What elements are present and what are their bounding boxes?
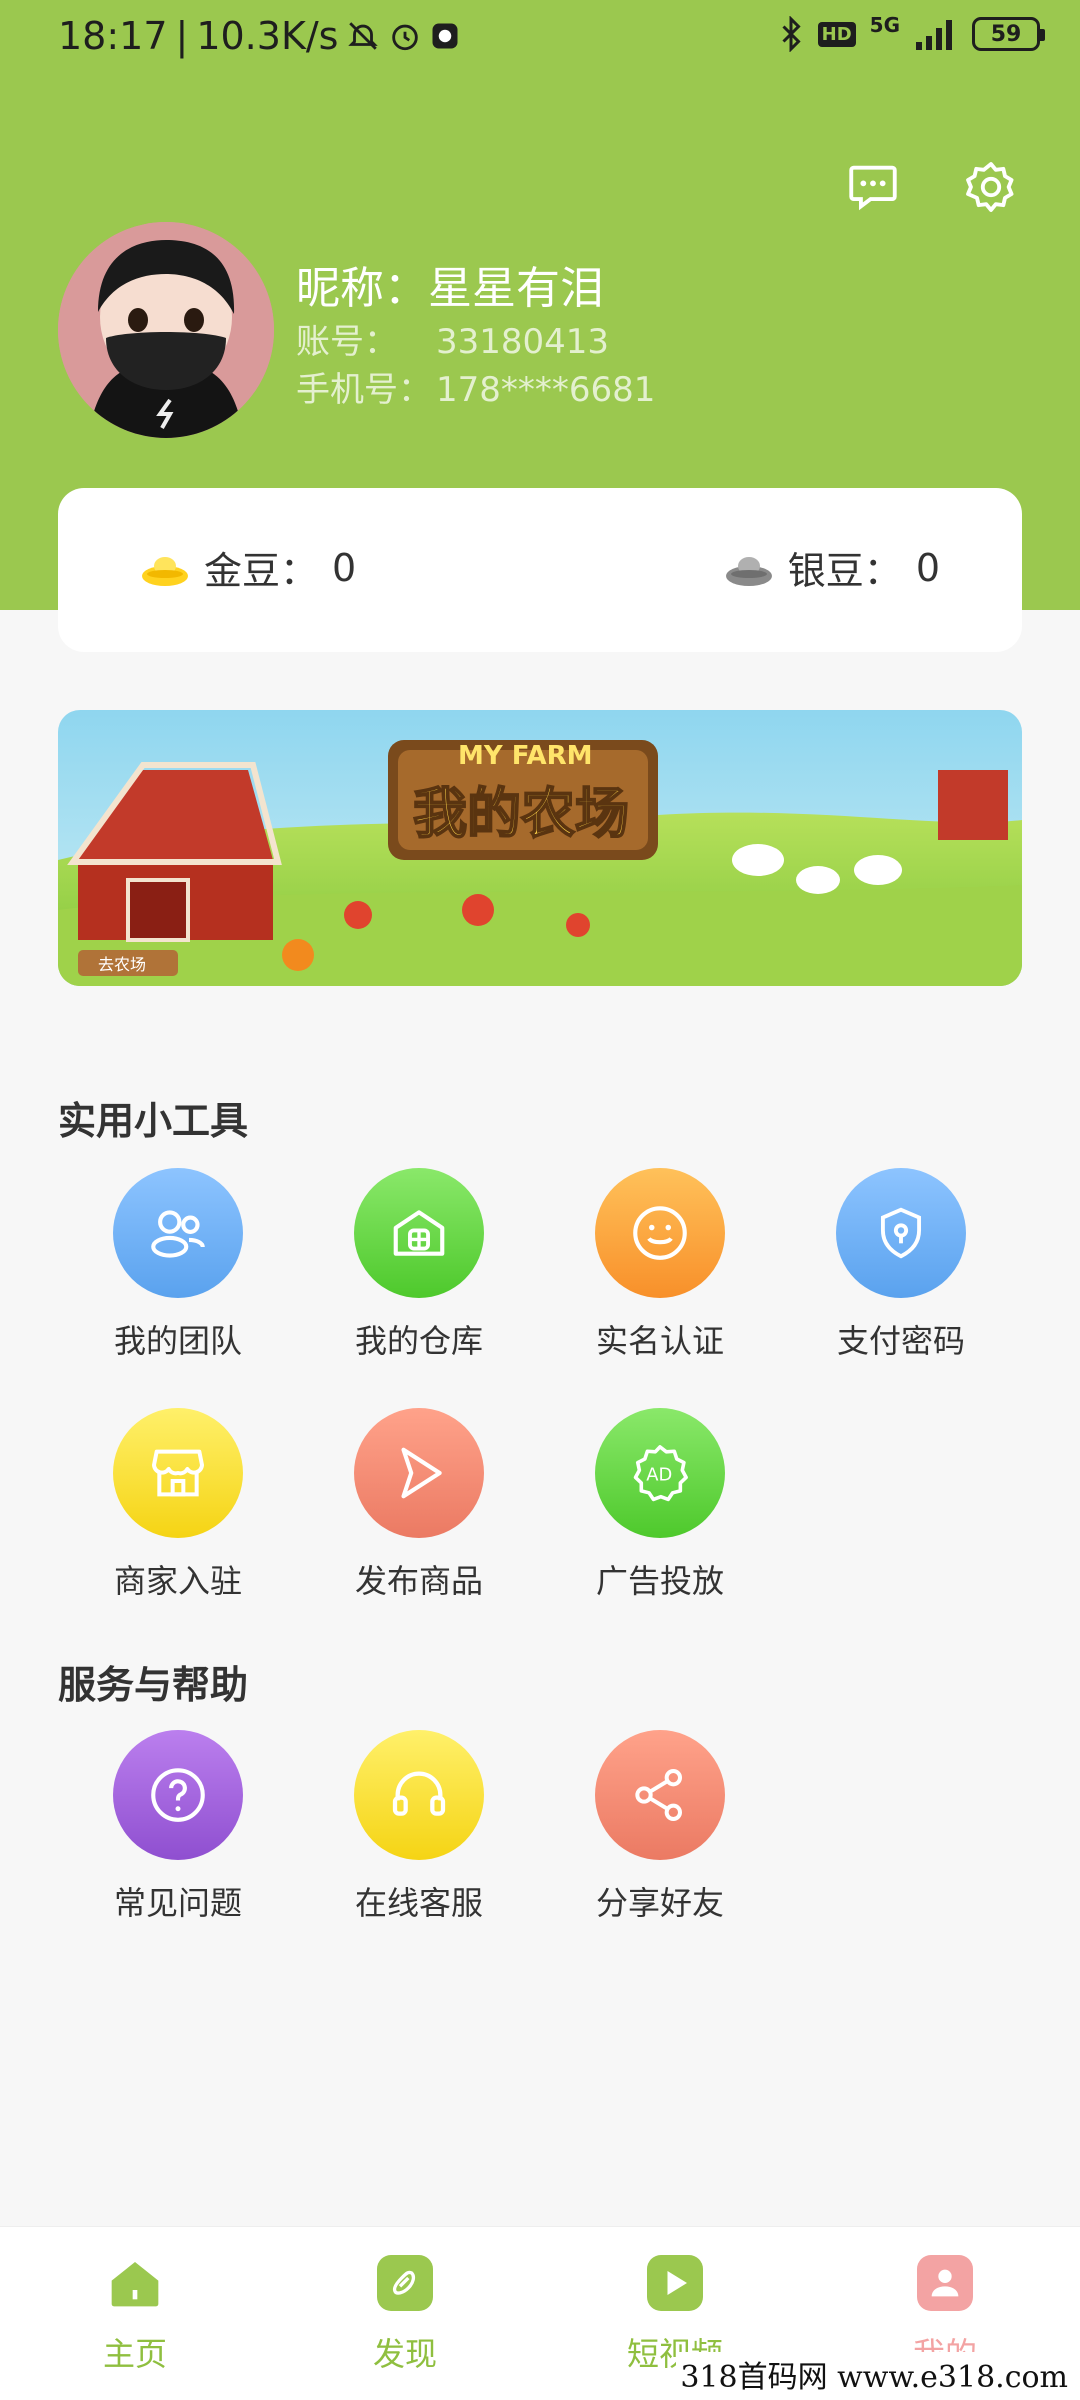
tool-label: 支付密码 (836, 1322, 965, 1360)
team-icon (113, 1168, 243, 1298)
tool-label: 实名认证 (595, 1322, 724, 1360)
status-time: 18:17 (58, 14, 168, 58)
status-speed: 10.3K/s (196, 14, 339, 58)
nickname-label: 昵称： (296, 263, 428, 314)
tool-label: 广告投放 (595, 1562, 724, 1600)
help-label: 在线客服 (354, 1884, 483, 1922)
tool-merchant[interactable]: 商家入驻 (78, 1408, 278, 1602)
nav-label: 主页 (102, 2335, 167, 2373)
message-icon[interactable] (844, 158, 902, 216)
warehouse-icon (354, 1168, 484, 1298)
account-label: 账号： (296, 322, 398, 362)
svg-text:AD: AD (646, 1465, 672, 1486)
discover-icon (377, 2255, 433, 2311)
tool-label: 我的团队 (113, 1322, 242, 1360)
gold-ingot-icon (140, 548, 190, 588)
bluetooth-icon (778, 16, 804, 52)
tool-label: 我的仓库 (354, 1322, 483, 1360)
status-bar: 18:17 | 10.3K/s HD 5G 59 (0, 0, 1080, 80)
settings-gear-icon[interactable] (962, 158, 1020, 216)
phone-row: 手机号： 178****6681 (296, 362, 655, 411)
nav-home[interactable]: 主页 (35, 2255, 235, 2375)
tool-my-warehouse[interactable]: 我的仓库 (319, 1168, 519, 1362)
banner-sign: 去农场 (98, 955, 146, 974)
tool-label: 发布商品 (354, 1562, 483, 1600)
nav-label: 发现 (372, 2335, 437, 2373)
silver-value: 0 (915, 545, 940, 590)
nickname-value: 星星有泪 (428, 263, 604, 314)
banner-title: 我的农场 (413, 782, 629, 845)
phone-label: 手机号： (296, 370, 432, 410)
help-customer-service[interactable]: 在线客服 (319, 1730, 519, 1924)
ad-icon: AD (595, 1408, 725, 1538)
gold-bean[interactable]: 金豆： 0 (140, 540, 356, 595)
video-icon (647, 2255, 703, 2311)
hd-badge: HD (817, 21, 856, 47)
beans-card: 金豆： 0 银豆： 0 (58, 488, 1022, 652)
tool-pay-password[interactable]: 支付密码 (801, 1168, 1001, 1362)
help-faq[interactable]: 常见问题 (78, 1730, 278, 1924)
profile-icon (917, 2255, 973, 2311)
tool-ad[interactable]: AD 广告投放 (560, 1408, 760, 1602)
gold-label: 金豆： (204, 549, 319, 593)
bell-off-icon (346, 19, 380, 53)
shield-lock-icon (836, 1168, 966, 1298)
home-icon (107, 2255, 163, 2311)
headset-icon (354, 1730, 484, 1860)
network-label: 5G (869, 13, 900, 37)
share-icon (595, 1730, 725, 1860)
status-separator: | (175, 14, 189, 58)
help-share[interactable]: 分享好友 (560, 1730, 760, 1924)
send-icon (354, 1408, 484, 1538)
shop-icon (113, 1408, 243, 1538)
silver-label: 银豆： (787, 549, 902, 593)
phone-value: 178****6681 (436, 370, 656, 410)
smile-icon (595, 1168, 725, 1298)
avatar[interactable] (58, 222, 274, 438)
notification-dot-icon (430, 21, 460, 51)
tool-publish[interactable]: 发布商品 (319, 1408, 519, 1602)
nickname-row: 昵称：星星有泪 (296, 252, 604, 316)
gold-value: 0 (332, 545, 357, 590)
tool-label: 商家入驻 (113, 1562, 242, 1600)
nav-discover[interactable]: 发现 (305, 2255, 505, 2375)
question-icon (113, 1730, 243, 1860)
account-value: 33180413 (436, 322, 610, 362)
account-row: 账号： 33180413 (296, 314, 609, 363)
alarm-icon (388, 19, 422, 53)
tool-my-team[interactable]: 我的团队 (78, 1168, 278, 1362)
signal-icon (914, 18, 958, 50)
banner-brand: MY FARM (458, 741, 593, 771)
tool-real-name[interactable]: 实名认证 (560, 1168, 760, 1362)
help-section-title: 服务与帮助 (58, 1663, 249, 1707)
farm-banner[interactable]: 去农场 MY FARM 我的农场 (58, 710, 1022, 986)
silver-bean[interactable]: 银豆： 0 (724, 540, 940, 595)
help-label: 分享好友 (595, 1884, 724, 1922)
battery-indicator: 59 (972, 17, 1045, 51)
help-label: 常见问题 (113, 1884, 242, 1922)
watermark: 318首码网 www.e318.com (676, 2352, 1072, 2396)
tools-section-title: 实用小工具 (58, 1099, 249, 1143)
silver-ingot-icon (724, 548, 774, 588)
